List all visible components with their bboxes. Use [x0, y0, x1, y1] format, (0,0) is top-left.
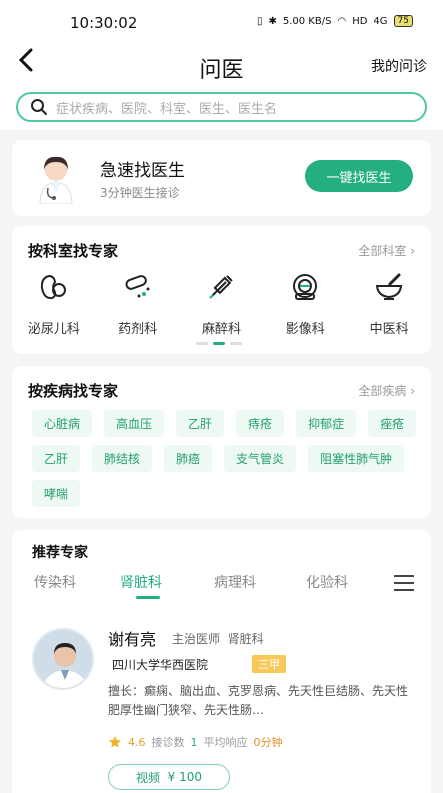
mortar-icon — [375, 273, 403, 300]
page-indicator — [196, 342, 242, 345]
search-input[interactable]: 症状疾病、医院、科室、医生、医生名 — [16, 92, 427, 122]
battery-icon: 75 — [393, 15, 413, 27]
doctor-specialty: 擅长：癫痫、脑出血、克罗恩病、先天性巨结肠、先天性肥厚性幽门狭窄、先天性肠… — [108, 684, 409, 717]
disease-tag[interactable]: 乙肝 — [176, 410, 225, 437]
doctor-hospital: 四川大学华西医院 — [112, 658, 209, 672]
video-consult-button[interactable]: 视频 ¥ 100 — [108, 764, 230, 790]
disease-tag[interactable]: 哮喘 — [32, 480, 81, 507]
consult-count: 1 — [190, 735, 198, 749]
urgent-subtitle: 3分钟医生接诊 — [100, 186, 180, 200]
doctor-title: 主治医师 肾脏科 — [172, 632, 264, 646]
find-doctor-button[interactable]: 一键找医生 — [305, 160, 413, 192]
disease-section: 按疾病找专家 全部疾病 › 心脏病 高血压 乙肝 痔疮 抑郁症 痤疮 乙肝 肺结… — [12, 366, 431, 518]
status-bar: 10:30:02 ▯ ✱ 5.00 KB/S ◠ HD 4G 75 — [0, 0, 443, 44]
kidney-icon — [40, 274, 66, 300]
signal-icon: 4G — [373, 15, 388, 27]
vibrate-icon: ▯ — [256, 15, 263, 27]
nurse-icon — [39, 156, 73, 204]
pills-icon — [125, 275, 150, 298]
syringe-icon — [209, 275, 234, 299]
search-icon — [31, 99, 47, 115]
disease-tag[interactable]: 心脏病 — [32, 410, 93, 437]
tab-nephrology[interactable]: 肾脏科 — [120, 572, 162, 592]
hd-badge: HD — [352, 15, 368, 27]
disease-tag[interactable]: 阻塞性肺气肿 — [308, 445, 405, 472]
active-tab-indicator — [136, 596, 160, 599]
search-placeholder: 症状疾病、医院、科室、医生、医生名 — [56, 101, 278, 117]
net-speed: 5.00 KB/S — [282, 15, 332, 27]
all-diseases-link[interactable]: 全部疾病 › — [358, 382, 415, 399]
status-icons: ▯ ✱ 5.00 KB/S ◠ HD 4G 75 — [257, 15, 413, 27]
department-tabs: 传染科 肾脏科 病理科 化验科 — [12, 568, 431, 602]
wifi-icon: ◠ — [337, 15, 347, 27]
doctor-avatar — [32, 628, 94, 690]
doctor-rating: 4.6 — [128, 735, 146, 749]
recommended-title: 推荐专家 — [32, 545, 88, 561]
department-item[interactable]: 中医科 — [349, 270, 429, 337]
status-time: 10:30:02 — [70, 14, 138, 32]
star-icon — [109, 736, 121, 748]
disease-tag[interactable]: 抑郁症 — [296, 410, 357, 437]
doctor-name: 谢有亮 — [108, 630, 157, 649]
department-item[interactable]: 泌尿儿科 — [14, 270, 94, 337]
all-departments-link[interactable]: 全部科室 › — [358, 242, 415, 259]
tab-infectious[interactable]: 传染科 — [34, 572, 76, 592]
response-time: 0分钟 — [253, 736, 283, 749]
department-item[interactable]: 药剂科 — [98, 270, 178, 337]
disease-tag[interactable]: 高血压 — [104, 410, 165, 437]
disease-tag[interactable]: 肺癌 — [164, 445, 213, 472]
disease-tag[interactable]: 痤疮 — [368, 410, 417, 437]
urgent-title: 急速找医生 — [100, 161, 185, 181]
department-item[interactable]: 影像科 — [265, 270, 345, 337]
menu-icon[interactable] — [393, 574, 415, 592]
recommended-experts-section: 推荐专家 传染科 肾脏科 病理科 化验科 谢有亮 主治医师 肾脏科 四川大学华西… — [12, 530, 431, 793]
disease-section-title: 按疾病找专家 — [28, 382, 119, 400]
nav-bar: 问医 我的问诊 — [0, 44, 443, 84]
my-consultations-link[interactable]: 我的问诊 — [371, 56, 427, 76]
department-list: 泌尿儿科 药剂科 麻醉科 影像科 中医科 — [12, 270, 431, 337]
hospital-level-badge: 三甲 — [252, 655, 286, 673]
disease-tag[interactable]: 肺结核 — [92, 445, 153, 472]
department-section-title: 按科室找专家 — [28, 242, 119, 260]
tab-pathology[interactable]: 病理科 — [214, 572, 256, 592]
disease-tag[interactable]: 乙肝 — [32, 445, 81, 472]
urgent-doctor-card: 急速找医生 3分钟医生接诊 一键找医生 — [12, 140, 431, 216]
scanner-icon — [293, 274, 318, 300]
department-item[interactable]: 麻醉科 — [181, 270, 261, 337]
bluetooth-icon: ✱ — [268, 15, 277, 27]
disease-tag[interactable]: 痔疮 — [236, 410, 285, 437]
doctor-stats: 4.6 接诊数 1 平均响应 0分钟 — [108, 734, 283, 750]
disease-tag[interactable]: 支气管炎 — [224, 445, 297, 472]
tab-laboratory[interactable]: 化验科 — [306, 572, 348, 592]
department-section: 按科室找专家 全部科室 › 泌尿儿科 药剂科 麻醉科 影像科 中医科 — [12, 226, 431, 354]
disease-tag-list: 心脏病 高血压 乙肝 痔疮 抑郁症 痤疮 乙肝 肺结核 肺癌 支气管炎 阻塞性肺… — [32, 410, 422, 507]
search-area: 症状疾病、医院、科室、医生、医生名 — [0, 84, 443, 130]
